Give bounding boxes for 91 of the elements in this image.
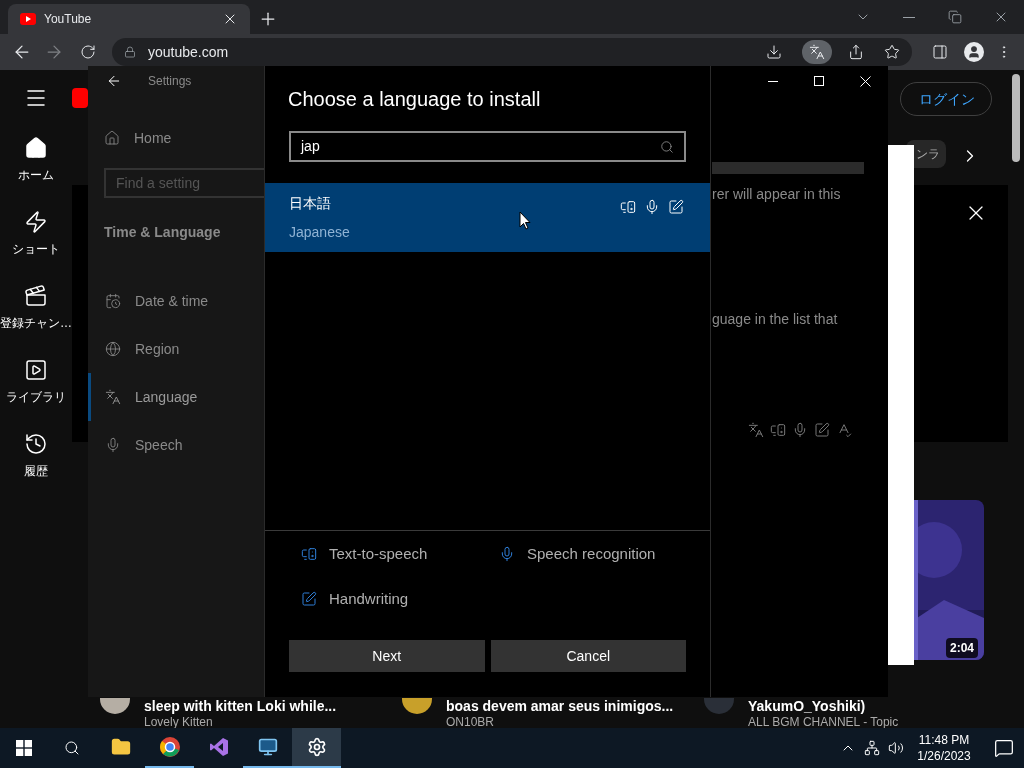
globe-icon	[105, 341, 121, 357]
url-text: youtube.com	[148, 42, 230, 62]
back-icon	[106, 73, 122, 89]
install-icon	[766, 44, 782, 60]
subscriptions-icon	[24, 284, 48, 308]
channel-avatar[interactable]	[100, 698, 130, 714]
minimize-icon[interactable]	[903, 16, 915, 18]
lock-icon	[124, 46, 136, 58]
gear-icon	[306, 737, 327, 757]
translate-icon	[809, 44, 825, 60]
channel-name[interactable]: Lovely Kitten	[144, 716, 213, 729]
section-heading: Time & Language	[103, 223, 222, 242]
pen-icon	[814, 422, 830, 438]
speech-bubble-icon	[301, 546, 317, 563]
legend-label: Handwriting	[329, 588, 409, 609]
speech-bubble-icon	[770, 422, 786, 438]
window-title: Settings	[148, 73, 192, 90]
legend-label: Text-to-speech	[329, 544, 428, 564]
clock-date[interactable]: 1/26/2023	[917, 748, 971, 764]
side-panel-icon	[932, 44, 948, 60]
home-icon	[104, 130, 120, 146]
search-icon	[660, 139, 674, 154]
mouse-cursor-icon	[519, 211, 531, 230]
maximize-icon	[814, 76, 824, 86]
volume-icon	[888, 740, 904, 756]
cancel-button[interactable]: Cancel	[490, 640, 686, 672]
pen-icon	[668, 198, 684, 215]
shorts-icon	[24, 210, 48, 234]
legend-label: Speech recognition	[527, 544, 656, 564]
address-bar[interactable]: youtube.com	[112, 38, 912, 66]
search-field[interactable]: jap	[289, 131, 686, 162]
chrome-icon	[158, 736, 181, 758]
nav-item[interactable]: Speech	[88, 421, 264, 469]
description-text: guage in the list that	[712, 310, 839, 329]
search-icon	[64, 740, 80, 756]
home-icon	[24, 136, 48, 160]
nav-item[interactable]: 登録チャン…	[0, 274, 72, 348]
spell-check-icon	[836, 422, 852, 438]
language-icon	[748, 422, 764, 438]
channel-avatar[interactable]	[402, 698, 432, 714]
network-icon	[864, 740, 880, 756]
minimize-icon	[768, 80, 778, 82]
channel-name[interactable]: ON10BR	[446, 716, 495, 729]
dialog-title: Choose a language to install	[287, 87, 542, 112]
nav-item[interactable]: 履歴	[0, 422, 72, 496]
scrollbar[interactable]	[1012, 74, 1020, 162]
video-duration: 2:04	[946, 638, 979, 658]
microphone-icon	[644, 198, 660, 215]
language-native-name: 日本語	[289, 193, 332, 213]
reload-icon	[80, 44, 96, 60]
language-english-name: Japanese	[289, 222, 351, 242]
nav-item[interactable]: Date & time	[88, 277, 264, 325]
person-icon	[967, 45, 981, 59]
nav-item[interactable]: Home	[88, 116, 264, 160]
star-icon	[884, 44, 900, 60]
history-icon	[24, 432, 48, 456]
taskbar-app[interactable]	[292, 728, 341, 768]
microphone-icon	[792, 422, 808, 438]
share-icon	[848, 44, 864, 60]
channel-name[interactable]: ALL BGM CHANNEL - Topic	[748, 716, 899, 729]
monitor-icon	[257, 737, 278, 757]
video-title[interactable]: sleep with kitten Loki while...	[144, 698, 337, 714]
youtube-logo-icon	[72, 88, 88, 108]
nav-item[interactable]: Region	[88, 325, 264, 373]
microphone-icon	[105, 437, 121, 453]
restore-icon	[948, 10, 962, 24]
translate-button[interactable]	[802, 40, 832, 64]
close-icon	[859, 75, 871, 87]
video-title[interactable]: YakumO_Yoshiki)	[748, 698, 866, 714]
pen-icon	[301, 590, 317, 607]
language-icon	[105, 389, 121, 405]
microphone-icon	[499, 546, 515, 563]
windows-logo-icon[interactable]	[16, 740, 32, 756]
nav-item[interactable]: ホーム	[0, 126, 72, 200]
youtube-logo-icon	[20, 13, 36, 25]
profile-avatar[interactable]	[964, 42, 984, 62]
folder-icon	[110, 737, 131, 757]
notification-icon	[994, 738, 1014, 758]
nav-item[interactable]: ショート	[0, 200, 72, 274]
clock-time[interactable]: 11:48 PM	[918, 732, 970, 748]
speech-bubble-icon	[620, 198, 636, 215]
visual-studio-icon	[208, 737, 229, 757]
browser-tab[interactable]: YouTube	[8, 4, 250, 34]
description-text: rer will appear in this	[712, 185, 842, 204]
library-icon	[24, 358, 48, 382]
language-list-item[interactable]: 日本語 Japanese	[265, 183, 710, 252]
calendar-clock-icon	[105, 293, 121, 309]
tab-title: YouTube	[44, 11, 93, 28]
nav-item[interactable]: ライブラリ	[0, 348, 72, 422]
video-title[interactable]: boas devem amar seus inimigos...	[446, 698, 674, 714]
next-button[interactable]: Next	[289, 640, 485, 672]
